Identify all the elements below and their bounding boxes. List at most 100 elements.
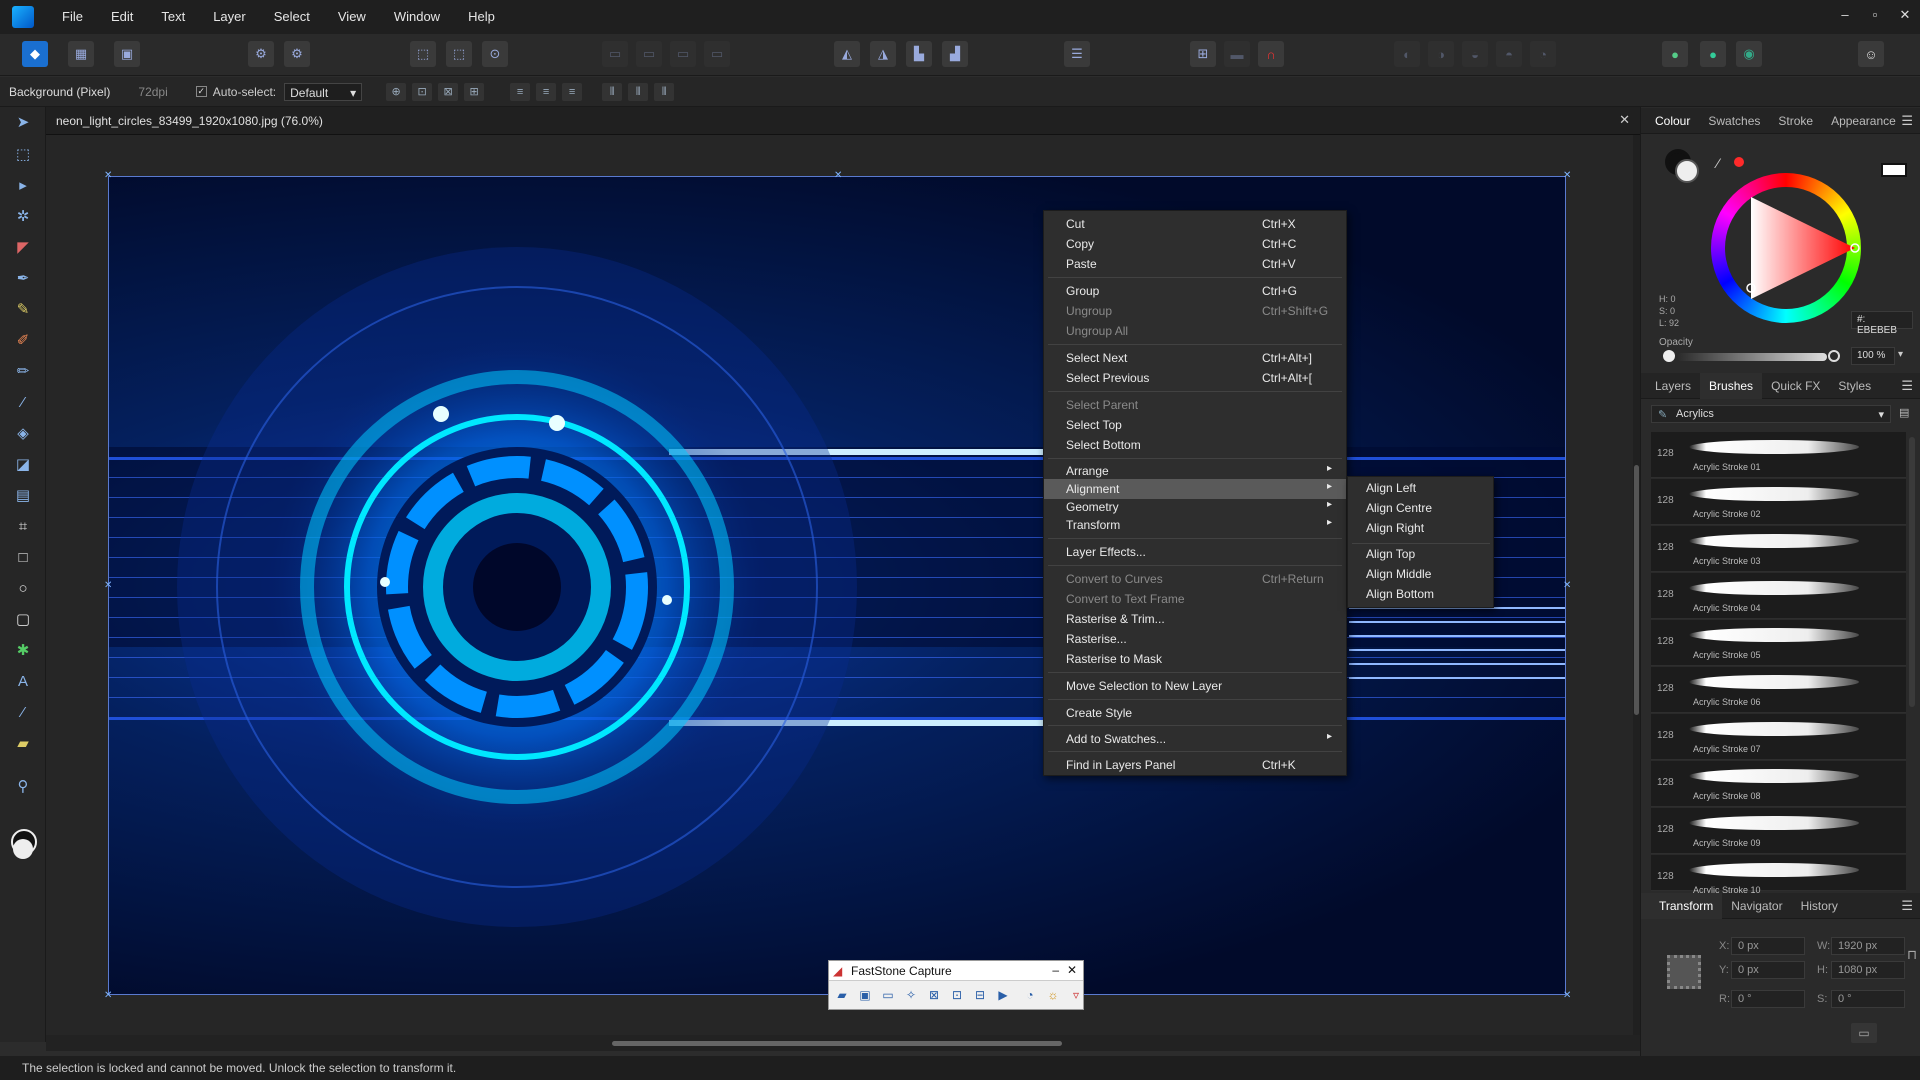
macro-gear-icon[interactable]: ⚙: [284, 41, 310, 67]
menu-item-find-in-layers[interactable]: Find in Layers Panel Ctrl+K: [1044, 755, 1346, 775]
faststone-close-button[interactable]: ✕: [1067, 963, 1077, 977]
minimize-button[interactable]: –: [1830, 0, 1860, 34]
opacity-slider[interactable]: [1677, 353, 1827, 361]
shear-field[interactable]: 0 °: [1831, 990, 1905, 1008]
brush-list-menu-icon[interactable]: ▤: [1899, 406, 1909, 419]
flip-vertical-icon[interactable]: ◮: [870, 41, 896, 67]
tab-swatches[interactable]: Swatches: [1699, 114, 1769, 128]
maximize-button[interactable]: ▫: [1860, 0, 1890, 34]
eraser-tool-icon[interactable]: ◪: [11, 453, 35, 477]
capture-settings-icon[interactable]: ☼: [1044, 986, 1062, 1004]
height-field[interactable]: 1080 px: [1831, 961, 1905, 979]
menu-item-group[interactable]: Group Ctrl+G: [1044, 281, 1346, 301]
faststone-menu-icon[interactable]: ▿: [1067, 986, 1085, 1004]
menu-item-select-top[interactable]: Select Top: [1044, 415, 1346, 435]
link-proportions-icon[interactable]: ⊓: [1907, 947, 1917, 963]
horizontal-scrollbar[interactable]: [46, 1035, 1640, 1051]
ellipse-tool-icon[interactable]: ○: [11, 577, 35, 601]
transform-origin-icon[interactable]: ⊕: [386, 82, 407, 101]
secondary-colour-icon[interactable]: [13, 839, 33, 859]
artboard-tool-icon[interactable]: ⬚: [11, 143, 35, 167]
width-field[interactable]: 1920 px: [1831, 937, 1905, 955]
tab-history[interactable]: History: [1792, 899, 1847, 913]
vertical-scroll-thumb[interactable]: [1634, 465, 1639, 715]
move-tool-icon[interactable]: ➤: [11, 111, 35, 135]
pen-tool-icon[interactable]: ✒: [11, 267, 35, 291]
y-field[interactable]: 0 px: [1731, 961, 1805, 979]
panel-menu-icon[interactable]: ☰: [1901, 378, 1913, 394]
submenu-item-align-bottom[interactable]: Align Bottom: [1366, 587, 1434, 601]
align-top-icon[interactable]: ⫴: [602, 82, 623, 101]
crop-tool-icon[interactable]: ⌗: [11, 515, 35, 539]
brush-item[interactable]: 128 Acrylic Stroke 08: [1651, 761, 1906, 807]
brush-item[interactable]: 128 Acrylic Stroke 06: [1651, 667, 1906, 713]
selection-refine-icon[interactable]: ⊙: [482, 41, 508, 67]
horizontal-scroll-thumb[interactable]: [612, 1041, 1062, 1046]
menu-item-geometry[interactable]: Geometry ▸: [1044, 497, 1346, 517]
colour-wheel[interactable]: [1711, 173, 1861, 323]
selection-handle-top-center[interactable]: ✕: [834, 171, 842, 181]
menu-item-rasterise-to-mask[interactable]: Rasterise to Mask: [1044, 649, 1346, 669]
align-icon[interactable]: ☰: [1064, 41, 1090, 67]
menu-item-create-style[interactable]: Create Style: [1044, 703, 1346, 723]
crop-brush-icon[interactable]: ◤: [11, 236, 35, 260]
x-field[interactable]: 0 px: [1731, 937, 1805, 955]
scale-icon[interactable]: ⊠: [438, 82, 459, 101]
menu-item-select-previous[interactable]: Select Previous Ctrl+Alt+[: [1044, 368, 1346, 388]
fill-bucket-icon[interactable]: ◈: [11, 422, 35, 446]
selection-icon[interactable]: ⬚: [410, 41, 436, 67]
bw-swatch-icon[interactable]: [1881, 163, 1907, 177]
boolean-icon-3[interactable]: ◒: [1462, 41, 1488, 67]
menu-item-transform[interactable]: Transform ▸: [1044, 515, 1346, 535]
rounded-rect-tool-icon[interactable]: ▢: [11, 608, 35, 632]
capture-window-icon[interactable]: ▣: [856, 986, 874, 1004]
toolbar-disabled-icon-2[interactable]: ▭: [636, 41, 662, 67]
photo-persona-icon[interactable]: ◆: [22, 41, 48, 67]
develop-persona-icon[interactable]: ▣: [114, 41, 140, 67]
faststone-titlebar[interactable]: ◢ FastStone Capture – ✕: [829, 961, 1083, 981]
panel-menu-icon[interactable]: ☰: [1901, 898, 1913, 914]
selection-handle-middle-left[interactable]: ✕: [104, 581, 112, 591]
menu-item-copy[interactable]: Copy Ctrl+C: [1044, 234, 1346, 254]
brush-category-dropdown[interactable]: Acrylics ✎ ▾: [1651, 405, 1891, 423]
menu-item-layer-effects[interactable]: Layer Effects...: [1044, 542, 1346, 562]
menu-item-move-selection-new-layer[interactable]: Move Selection to New Layer: [1044, 676, 1346, 696]
color-picker-icon[interactable]: ◉: [1736, 41, 1762, 67]
menu-item-rasterise-trim[interactable]: Rasterise & Trim...: [1044, 609, 1346, 629]
vertical-scrollbar[interactable]: [1633, 135, 1640, 1035]
settings-gear-icon[interactable]: ⚙: [248, 41, 274, 67]
open-folder-icon[interactable]: ▰: [833, 986, 851, 1004]
opacity-dropdown-chevron-icon[interactable]: ▾: [1898, 349, 1903, 360]
toolbar-disabled-icon-4[interactable]: ▭: [704, 41, 730, 67]
fill-brush-icon[interactable]: ✏: [11, 360, 35, 384]
tab-brushes[interactable]: Brushes: [1700, 372, 1763, 399]
rotate-right-icon[interactable]: ▟: [942, 41, 968, 67]
menu-text[interactable]: Text: [147, 0, 199, 34]
tab-colour[interactable]: Colour: [1641, 114, 1699, 128]
brush-item[interactable]: 128 Acrylic Stroke 05: [1651, 620, 1906, 666]
zoom-tool-icon[interactable]: ⚲: [11, 775, 35, 799]
eyedropper-icon[interactable]: ⁄: [1717, 155, 1719, 171]
capture-rectangle-icon[interactable]: ▭: [879, 986, 897, 1004]
autoselect-dropdown[interactable]: Default ▾: [284, 82, 363, 101]
menu-item-paste[interactable]: Paste Ctrl+V: [1044, 254, 1346, 274]
capture-freehand-icon[interactable]: ✧: [902, 986, 920, 1004]
rotate-left-icon[interactable]: ▙: [906, 41, 932, 67]
menu-help[interactable]: Help: [454, 0, 509, 34]
boolean-icon-1[interactable]: ◐: [1394, 41, 1420, 67]
selection-add-icon[interactable]: ⬚: [446, 41, 472, 67]
text-tool-icon[interactable]: A: [11, 670, 35, 694]
menu-item-add-to-swatches[interactable]: Add to Swatches... ▸: [1044, 729, 1346, 749]
panel-menu-icon[interactable]: ☰: [1901, 113, 1913, 129]
tab-layers[interactable]: Layers: [1641, 379, 1700, 393]
transform-options-icon[interactable]: ▭: [1851, 1023, 1877, 1043]
align-middle-icon[interactable]: ⫴: [628, 82, 649, 101]
affinity-logo-icon[interactable]: [12, 6, 34, 28]
autoselect-checkbox[interactable]: ✓: [195, 86, 207, 97]
submenu-item-align-left[interactable]: Align Left: [1366, 481, 1416, 495]
brush-item[interactable]: 128 Acrylic Stroke 07: [1651, 714, 1906, 760]
measure-tool-icon[interactable]: ▰: [11, 732, 35, 756]
submenu-item-align-right[interactable]: Align Right: [1366, 521, 1424, 535]
menu-edit[interactable]: Edit: [97, 0, 147, 34]
submenu-item-align-centre[interactable]: Align Centre: [1366, 501, 1432, 515]
